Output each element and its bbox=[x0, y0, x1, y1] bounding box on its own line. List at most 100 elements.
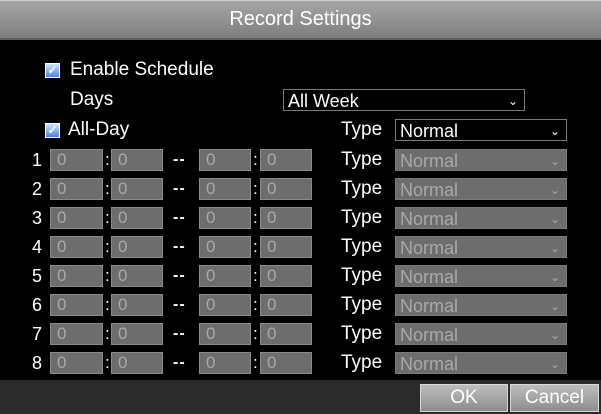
end-hour-field[interactable]: 0 bbox=[199, 236, 251, 258]
period-type-label: Type bbox=[341, 265, 383, 286]
start-minute-field[interactable]: 0 bbox=[111, 265, 163, 287]
start-hour-field[interactable]: 0 bbox=[50, 236, 103, 258]
chevron-down-icon: ⌄ bbox=[549, 124, 560, 138]
end-minute-field[interactable]: 0 bbox=[260, 323, 312, 345]
period-type-select[interactable]: Normal ⌄ bbox=[395, 178, 567, 200]
start-hour-field[interactable]: 0 bbox=[50, 265, 103, 287]
start-minute-field[interactable]: 0 bbox=[111, 149, 163, 171]
period-type-select[interactable]: Normal ⌄ bbox=[395, 207, 567, 229]
start-minute-field[interactable]: 0 bbox=[111, 352, 163, 374]
time-colon: : bbox=[105, 266, 110, 285]
range-separator: -- bbox=[173, 267, 186, 284]
time-colon: : bbox=[253, 237, 258, 256]
time-colon: : bbox=[253, 266, 258, 285]
period-row: 5 0:0 -- 0:0 Type Normal ⌄ bbox=[0, 263, 601, 289]
start-hour-field[interactable]: 0 bbox=[50, 294, 103, 316]
period-number: 5 bbox=[32, 266, 43, 286]
end-hour-field[interactable]: 0 bbox=[199, 149, 251, 171]
period-type-select[interactable]: Normal ⌄ bbox=[395, 323, 567, 345]
end-hour-field[interactable]: 0 bbox=[199, 207, 251, 229]
start-hour-field[interactable]: 0 bbox=[50, 178, 103, 200]
chevron-down-icon: ⌄ bbox=[549, 270, 560, 284]
end-minute-field[interactable]: 0 bbox=[260, 236, 312, 258]
period-number: 3 bbox=[32, 208, 43, 228]
end-hour-field[interactable]: 0 bbox=[199, 178, 251, 200]
period-type-select[interactable]: Normal ⌄ bbox=[395, 236, 567, 258]
all-day-type-value: Normal bbox=[400, 121, 459, 141]
start-hour-field[interactable]: 0 bbox=[50, 352, 103, 374]
period-type-select[interactable]: Normal ⌄ bbox=[395, 265, 567, 287]
period-type-label: Type bbox=[341, 294, 383, 315]
time-colon: : bbox=[253, 353, 258, 372]
end-minute-field[interactable]: 0 bbox=[260, 178, 312, 200]
end-hour-field[interactable]: 0 bbox=[199, 294, 251, 316]
period-type-value: Normal bbox=[400, 267, 459, 287]
time-colon: : bbox=[105, 295, 110, 314]
start-hour-field[interactable]: 0 bbox=[50, 149, 103, 171]
time-colon: : bbox=[105, 237, 110, 256]
days-select-value: All Week bbox=[288, 91, 359, 111]
time-colon: : bbox=[105, 150, 110, 169]
end-minute-field[interactable]: 0 bbox=[260, 149, 312, 171]
end-hour-field[interactable]: 0 bbox=[199, 323, 251, 345]
period-type-select[interactable]: Normal ⌄ bbox=[395, 149, 567, 171]
days-label: Days bbox=[70, 89, 114, 110]
chevron-down-icon: ⌄ bbox=[549, 183, 560, 197]
time-colon: : bbox=[105, 353, 110, 372]
start-hour-field[interactable]: 0 bbox=[50, 323, 103, 345]
chevron-down-icon: ⌄ bbox=[549, 299, 560, 313]
days-select[interactable]: All Week ⌄ bbox=[283, 89, 525, 111]
period-number: 6 bbox=[32, 295, 43, 315]
start-minute-field[interactable]: 0 bbox=[111, 323, 163, 345]
all-day-type-select[interactable]: Normal ⌄ bbox=[395, 119, 567, 141]
start-hour-field[interactable]: 0 bbox=[50, 207, 103, 229]
period-number: 7 bbox=[32, 324, 43, 344]
all-day-label: All-Day bbox=[68, 119, 130, 140]
ok-button[interactable]: OK bbox=[420, 384, 508, 412]
end-minute-field[interactable]: 0 bbox=[260, 265, 312, 287]
time-colon: : bbox=[253, 295, 258, 314]
period-row: 7 0:0 -- 0:0 Type Normal ⌄ bbox=[0, 321, 601, 347]
end-minute-field[interactable]: 0 bbox=[260, 352, 312, 374]
record-settings-panel: ✓ Enable Schedule Days All Week ⌄ ✓ All-… bbox=[0, 40, 601, 380]
time-colon: : bbox=[105, 324, 110, 343]
chevron-down-icon: ⌄ bbox=[549, 241, 560, 255]
period-type-value: Normal bbox=[400, 238, 459, 258]
period-row: 8 0:0 -- 0:0 Type Normal ⌄ bbox=[0, 350, 601, 376]
period-type-value: Normal bbox=[400, 296, 459, 316]
period-type-value: Normal bbox=[400, 325, 459, 345]
period-number: 2 bbox=[32, 179, 43, 199]
chevron-down-icon: ⌄ bbox=[549, 212, 560, 226]
period-row: 4 0:0 -- 0:0 Type Normal ⌄ bbox=[0, 234, 601, 260]
start-minute-field[interactable]: 0 bbox=[111, 178, 163, 200]
range-separator: -- bbox=[173, 151, 186, 168]
enable-schedule-checkbox[interactable]: ✓ bbox=[45, 63, 60, 78]
period-type-select[interactable]: Normal ⌄ bbox=[395, 294, 567, 316]
range-separator: -- bbox=[173, 238, 186, 255]
end-hour-field[interactable]: 0 bbox=[199, 352, 251, 374]
dialog-title: Record Settings bbox=[0, 0, 601, 40]
chevron-down-icon: ⌄ bbox=[507, 94, 518, 108]
period-row: 1 0:0 -- 0:0 Type Normal ⌄ bbox=[0, 147, 601, 173]
end-hour-field[interactable]: 0 bbox=[199, 265, 251, 287]
start-minute-field[interactable]: 0 bbox=[111, 294, 163, 316]
period-type-label: Type bbox=[341, 178, 383, 199]
period-number: 8 bbox=[32, 353, 43, 373]
range-separator: -- bbox=[173, 180, 186, 197]
period-type-select[interactable]: Normal ⌄ bbox=[395, 352, 567, 374]
chevron-down-icon: ⌄ bbox=[549, 328, 560, 342]
dialog-footer: OK Cancel bbox=[0, 380, 601, 414]
all-day-checkbox[interactable]: ✓ bbox=[45, 123, 60, 138]
cancel-button[interactable]: Cancel bbox=[510, 384, 599, 412]
period-type-value: Normal bbox=[400, 180, 459, 200]
end-minute-field[interactable]: 0 bbox=[260, 207, 312, 229]
start-minute-field[interactable]: 0 bbox=[111, 236, 163, 258]
time-colon: : bbox=[105, 208, 110, 227]
time-colon: : bbox=[253, 208, 258, 227]
chevron-down-icon: ⌄ bbox=[549, 154, 560, 168]
time-colon: : bbox=[253, 324, 258, 343]
range-separator: -- bbox=[173, 325, 186, 342]
days-row: Days All Week ⌄ bbox=[0, 87, 601, 113]
start-minute-field[interactable]: 0 bbox=[111, 207, 163, 229]
end-minute-field[interactable]: 0 bbox=[260, 294, 312, 316]
